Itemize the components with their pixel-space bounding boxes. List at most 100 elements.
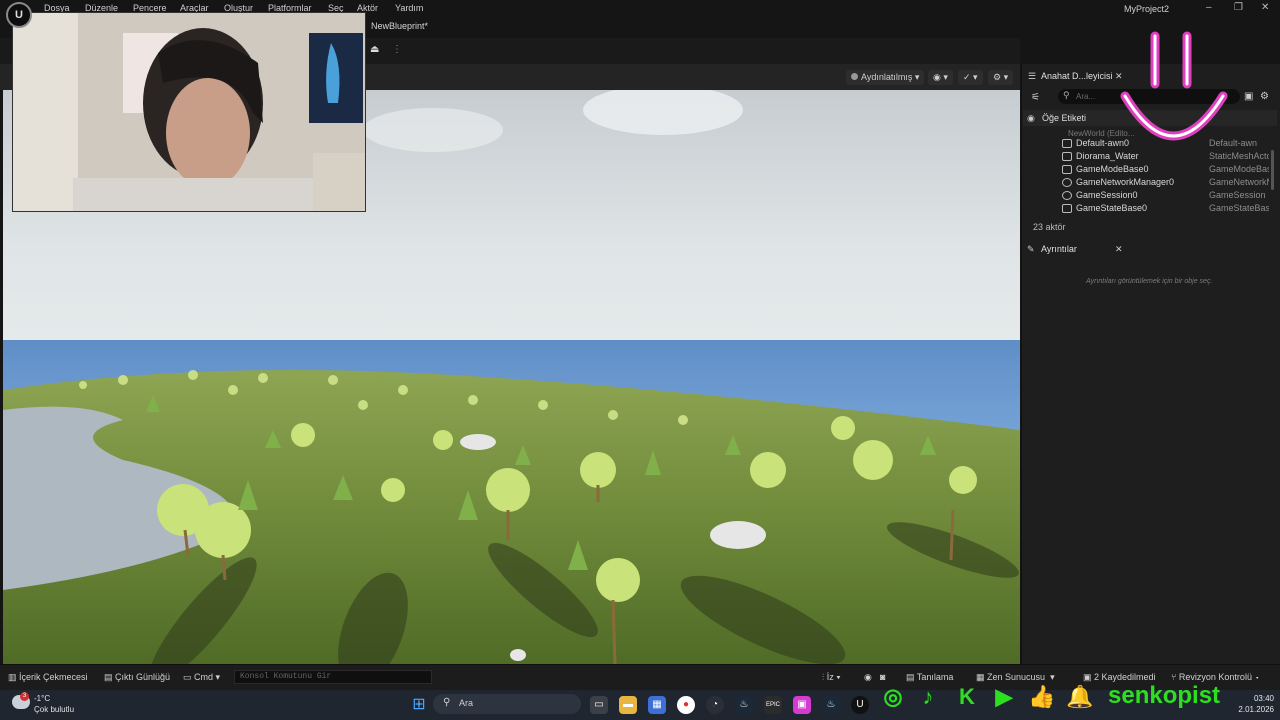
search-icon: ⚲ <box>1063 90 1070 100</box>
maximize-icon[interactable]: ❐ <box>1234 2 1243 13</box>
outliner-row-type: GameModeBase <box>1209 164 1269 174</box>
outliner-row-type: GameSession <box>1209 190 1266 200</box>
server-icon: ▦ <box>976 672 988 682</box>
output-log-button[interactable]: ▤ Çıktı Günlüğü <box>104 672 170 683</box>
outliner-row-label[interactable]: GameSession0 <box>1076 190 1138 200</box>
cmd-dropdown[interactable]: ▭ Cmd ▾ <box>183 672 220 683</box>
lit-sphere-icon <box>851 73 858 80</box>
cmd-label: Cmd <box>194 672 214 682</box>
outliner-tab-title[interactable]: Anahat D...leyicisi <box>1041 71 1113 81</box>
unreal-logo-icon[interactable]: U <box>6 2 32 28</box>
game-state-icon <box>1062 204 1072 213</box>
unsaved-label: 2 Kaydedilmedi <box>1094 672 1156 682</box>
tab-new-blueprint[interactable]: NewBlueprint* <box>371 21 428 31</box>
outliner-row-label[interactable]: GameModeBase0 <box>1076 164 1149 174</box>
settings-gear-icon: ⚙ <box>993 72 1002 82</box>
camera-icon[interactable]: ◙ <box>880 672 885 682</box>
youtube-icon: ▶ <box>995 684 1013 709</box>
outliner-row-type: GameNetworkM <box>1209 177 1269 187</box>
static-mesh-icon <box>1062 152 1072 161</box>
content-drawer-label: İçerik Çekmecesi <box>19 672 88 682</box>
details-empty-hint: Ayrıntıları görüntülemek için bir obje s… <box>1086 278 1213 285</box>
unreal-engine-icon[interactable]: U <box>851 696 869 714</box>
thumbs-up-icon: 👍 <box>1028 684 1056 709</box>
lit-mode-button[interactable]: Aydınlatılmış ▾ <box>846 70 925 85</box>
console-placeholder: Konsol Komutunu Gir <box>240 672 332 681</box>
log-icon: ▤ <box>104 672 116 682</box>
zen-server-dropdown[interactable]: ▦ Zen Sunucusu ▾ <box>976 672 1055 683</box>
outliner-settings-icon[interactable]: ⚙ <box>1260 91 1269 102</box>
taskbar-search[interactable]: ⚲ Ara <box>433 694 581 714</box>
trace-label: İz <box>826 672 834 682</box>
network-manager-icon <box>1062 178 1072 187</box>
epic-games-icon[interactable]: EPIC <box>764 696 782 714</box>
taskbar-date[interactable]: 2.01.2026 <box>1222 705 1274 714</box>
details-panel <box>1021 240 1280 664</box>
trace-dropdown[interactable]: ⫶ İz ▾ <box>822 672 841 683</box>
revision-label: Revizyon Kontrolü <box>1178 672 1252 682</box>
transform-tools-button[interactable]: ✓ ▾ <box>958 70 983 85</box>
minimize-icon[interactable]: – <box>1206 2 1212 13</box>
diagnostics-button[interactable]: ▤ Tanılama <box>906 672 953 683</box>
instagram-icon: ◎ <box>883 684 903 709</box>
diagnostics-label: Tanılama <box>916 672 954 682</box>
folder-icon[interactable]: ▣ <box>1244 91 1253 102</box>
windows-start-icon[interactable]: ⊞ <box>410 696 428 714</box>
weather-description[interactable]: Çok bulutlu <box>34 705 74 714</box>
bell-icon: 🔔 <box>1066 684 1094 709</box>
show-flags-button[interactable]: ◉ ▾ <box>928 70 953 85</box>
eject-icon[interactable]: ⏏ <box>370 44 382 56</box>
steam-2-icon[interactable]: ♨ <box>822 696 840 714</box>
webcam-feed <box>13 13 365 211</box>
outliner-row-type: GameStateBase <box>1209 203 1269 213</box>
revision-control-dropdown[interactable]: ⑂ Revizyon Kontrolü ▾ <box>1171 672 1260 682</box>
tiktok-icon: ♪ <box>922 684 934 709</box>
output-log-label: Çıktı Günlüğü <box>115 672 171 682</box>
outliner-search-placeholder: Ara... <box>1076 92 1096 101</box>
outliner-list-icon: ☰ <box>1028 71 1037 81</box>
content-drawer-button[interactable]: ▥ İçerik Çekmecesi <box>8 672 88 683</box>
visibility-eye-icon[interactable]: ◉ <box>1027 113 1035 124</box>
search-icon: ⚲ <box>443 697 451 708</box>
check-tools-icon: ✓ <box>963 72 971 82</box>
details-pencil-icon: ✎ <box>1027 244 1035 254</box>
steam-icon[interactable]: ♨ <box>735 696 753 714</box>
filter-icon[interactable]: ⚟ <box>1031 92 1040 103</box>
terminal-icon: ▭ <box>183 672 195 682</box>
chrome-icon[interactable]: ● <box>677 696 695 714</box>
taskbar-clock[interactable]: 03:40 <box>1234 694 1274 703</box>
outliner-row-label[interactable]: GameNetworkManager0 <box>1076 177 1174 187</box>
diagnostics-icon: ▤ <box>906 672 917 682</box>
record-icon[interactable]: ◉ <box>864 672 872 683</box>
discord-icon[interactable]: ◔ <box>706 696 724 714</box>
project-name: MyProject2 <box>1124 4 1170 14</box>
lit-mode-label: Aydınlatılmış <box>861 72 913 82</box>
drawer-icon: ▥ <box>8 672 20 682</box>
webcam-overlay <box>12 12 366 212</box>
console-command-input[interactable]: Konsol Komutunu Gir <box>234 670 432 684</box>
file-explorer-icon[interactable]: ▬ <box>619 696 637 714</box>
game-session-icon <box>1062 191 1072 200</box>
revision-icon: ⑂ <box>1171 672 1179 682</box>
microsoft-store-icon[interactable]: ▦ <box>648 696 666 714</box>
notification-badge: 3 <box>20 692 29 701</box>
menu-item-help[interactable]: Yardım <box>395 3 423 13</box>
column-item-label[interactable]: Öğe Etiketi <box>1042 113 1086 123</box>
more-options-icon[interactable]: ⋮ <box>392 44 402 55</box>
outliner-row-label[interactable]: GameStateBase0 <box>1076 203 1147 213</box>
details-tab-title[interactable]: Ayrıntılar <box>1041 244 1077 254</box>
actor-count: 23 aktör <box>1033 222 1066 232</box>
task-view-icon[interactable]: ▭ <box>590 696 608 714</box>
outliner-scrollbar[interactable] <box>1271 150 1274 190</box>
game-mode-icon <box>1062 165 1072 174</box>
close-window-icon[interactable]: ✕ <box>1261 2 1269 13</box>
viewport-settings-button[interactable]: ⚙ ▾ <box>988 70 1014 85</box>
actor-icon <box>1062 139 1072 148</box>
eye-icon: ◉ <box>933 72 941 82</box>
kick-icon: K <box>959 684 975 709</box>
taskbar-search-label: Ara <box>459 698 474 708</box>
close-details-icon[interactable]: ✕ <box>1115 244 1123 255</box>
app-icon[interactable]: ▣ <box>793 696 811 714</box>
weather-temperature[interactable]: -1°C <box>34 694 50 703</box>
smiley-overlay-icon <box>1120 31 1228 141</box>
